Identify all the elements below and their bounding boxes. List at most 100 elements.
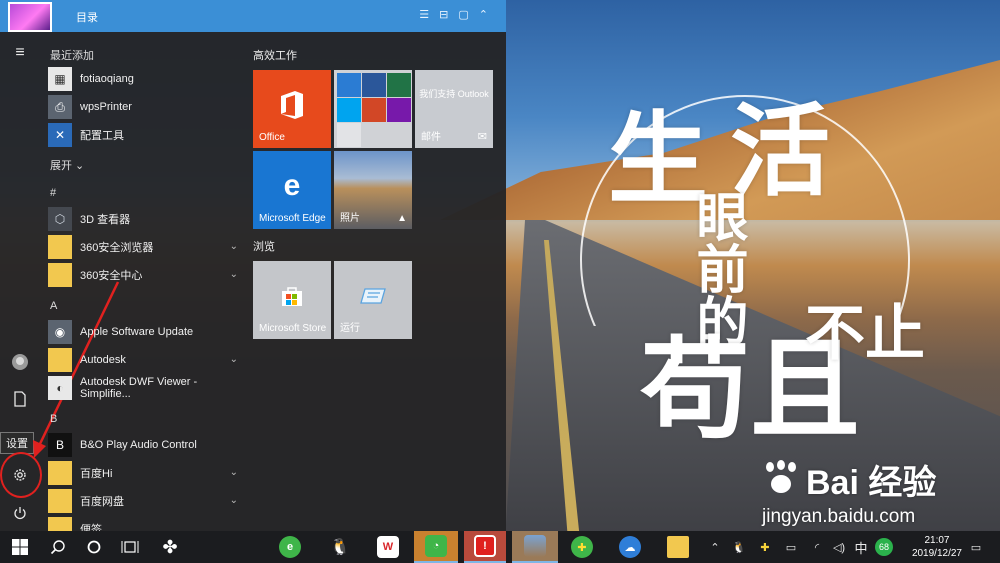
chevron-up-icon[interactable]: ⌃ <box>479 8 488 21</box>
file-explorer-icon <box>667 536 689 558</box>
clock-time: 21:07 <box>924 535 950 546</box>
section-header-b: B <box>50 413 58 425</box>
fan-icon: ✤ <box>162 536 178 557</box>
taskbar-360security[interactable]: ✚ <box>564 531 600 563</box>
onenote-mini-icon <box>387 98 411 122</box>
360browser-icon: e <box>279 536 301 558</box>
section-header-a: A <box>50 300 58 312</box>
baidu-logo: Bai 经验 <box>762 455 936 504</box>
list-item-360-security[interactable]: 360安全中心 ⌄ <box>48 262 240 288</box>
list-item-360-browser[interactable]: 360安全浏览器 ⌄ <box>48 234 240 260</box>
tray-360[interactable]: ✚ <box>756 531 774 563</box>
photo-icon: ▲ <box>397 213 407 224</box>
sticky-mini-icon <box>337 123 361 147</box>
list-icon[interactable]: ☰ <box>419 8 429 21</box>
list-item-wpsprinter[interactable]: ⎙ wpsPrinter <box>48 94 240 120</box>
cube-icon: ⬡ <box>48 207 72 231</box>
start-button[interactable] <box>2 531 38 563</box>
list-item-config-tool[interactable]: ✕ 配置工具 <box>48 122 240 148</box>
list-item-baidu-hi[interactable]: 百度Hi ⌄ <box>48 460 240 486</box>
tray-badge[interactable]: 68 <box>874 531 894 563</box>
tray-qq[interactable]: 🐧 <box>730 531 748 563</box>
word-mini-icon <box>362 73 386 97</box>
taskbar-wechat[interactable]: ◔ <box>414 531 458 563</box>
chevron-up-icon: ⌃ <box>710 541 720 554</box>
list-item-3d-viewer[interactable]: ⬡ 3D 查看器 <box>48 206 240 232</box>
tray-battery[interactable]: ▭ <box>782 531 800 563</box>
search-icon <box>50 540 65 555</box>
envelope-icon: ✉ <box>477 131 487 143</box>
autodesk-icon: ◐ <box>48 376 72 400</box>
folder-icon <box>48 461 72 485</box>
taskbar-qq[interactable]: 🐧 <box>322 531 358 563</box>
tile-photos[interactable]: 照片 ▲ <box>334 151 412 229</box>
tray-volume[interactable]: ◁) <box>830 531 848 563</box>
360security-icon: ✚ <box>571 536 593 558</box>
tile-run[interactable]: 运行 <box>334 261 412 339</box>
tile-group-browse: 浏览 <box>253 241 275 253</box>
window-controls: ☰ ⊟ ▢ ⌃ <box>419 8 488 21</box>
taskbar-file-explorer[interactable] <box>660 531 696 563</box>
taskbar-360browser[interactable]: e <box>272 531 308 563</box>
tile-store[interactable]: Microsoft Store <box>253 261 331 339</box>
list-item-autodesk-dwf[interactable]: ◐ Autodesk DWF Viewer - Simplifie... <box>48 375 240 401</box>
wps-icon: W <box>377 536 399 558</box>
list-item-sticky-notes[interactable]: 便签 <box>48 516 240 531</box>
taskbar-fan-app[interactable]: ✤ <box>152 531 188 563</box>
show-hidden-icons[interactable]: ⌃ <box>706 531 724 563</box>
recent-header: 最近添加 <box>50 50 94 62</box>
tray-ime[interactable]: 中 <box>852 531 870 563</box>
taskbar-wps[interactable]: W <box>370 531 406 563</box>
tile-edge[interactable]: e Microsoft Edge <box>253 151 331 229</box>
expand-link[interactable]: 展开 ⌄ <box>50 157 84 173</box>
taskbar: ✤ e 🐧 W ◔ ! ✚ ☁ ⌃ 🐧 ✚ ▭ ◜ ◁) 中 68 21:07 … <box>0 531 1000 563</box>
task-view-button[interactable] <box>112 531 148 563</box>
power-icon[interactable] <box>0 496 40 530</box>
fotiaoqiang-icon: ▦ <box>48 67 72 91</box>
outlook-mini-icon <box>337 73 361 97</box>
lock-icon[interactable]: ⊟ <box>439 8 448 21</box>
baidu-paw-icon <box>762 459 802 498</box>
list-item-bo-play[interactable]: B B&O Play Audio Control <box>48 432 240 458</box>
excel-mini-icon <box>387 73 411 97</box>
baidu-netdisk-icon: ☁ <box>619 536 641 558</box>
qq-tray-icon: 🐧 <box>732 541 746 554</box>
folder-icon <box>48 263 72 287</box>
action-center-icon: ▭ <box>970 541 982 554</box>
chevron-down-icon: ⌄ <box>229 467 238 478</box>
list-item-baidu-netdisk[interactable]: 百度网盘 ⌄ <box>48 488 240 514</box>
store-icon <box>282 287 302 307</box>
square-icon[interactable]: ▢ <box>458 8 468 21</box>
cortana-icon <box>87 540 101 554</box>
tray-network[interactable]: ◜ <box>808 531 826 563</box>
tile-office-apps[interactable] <box>334 70 412 148</box>
list-item-apple-software-update[interactable]: ◉ Apple Software Update <box>48 319 240 345</box>
tile-office[interactable]: Office <box>253 70 331 148</box>
list-item-fotiaoqiang[interactable]: ▦ fotiaoqiang <box>48 66 240 92</box>
outlook-support-text: 我们支持 Outlook <box>419 89 489 99</box>
clock-date: 2019/12/27 <box>911 548 962 559</box>
search-button[interactable] <box>40 531 76 563</box>
taskbar-road-photo[interactable] <box>512 531 558 563</box>
list-item-autodesk[interactable]: Autodesk ⌄ <box>48 347 240 373</box>
bo-icon: B <box>48 433 72 457</box>
clock[interactable]: 21:07 2019/12/27 <box>912 534 962 560</box>
taskbar-power-app[interactable]: ! <box>464 531 506 563</box>
skype-mini-icon <box>337 98 361 122</box>
calligraphy-5: 不止 <box>805 299 925 369</box>
volume-icon: ◁) <box>832 541 846 554</box>
action-center[interactable]: ▭ <box>964 531 988 563</box>
edge-icon: e <box>283 169 301 203</box>
cortana-button[interactable] <box>76 531 112 563</box>
folder-icon <box>48 348 72 372</box>
tile-mail[interactable]: 我们支持 Outlook 邮件 ✉ <box>415 70 493 148</box>
tools-icon: ✕ <box>48 123 72 147</box>
apple-update-icon: ◉ <box>48 320 72 344</box>
powerpoint-mini-icon <box>362 98 386 122</box>
start-icon <box>12 539 28 555</box>
chevron-down-icon: ⌄ <box>229 269 238 280</box>
app-list: 最近添加 ▦ fotiaoqiang ⎙ wpsPrinter ✕ 配置工具 展… <box>40 32 245 531</box>
taskbar-baidu-netdisk[interactable]: ☁ <box>612 531 648 563</box>
folder-icon <box>48 489 72 513</box>
notification-badge: 68 <box>875 538 893 556</box>
